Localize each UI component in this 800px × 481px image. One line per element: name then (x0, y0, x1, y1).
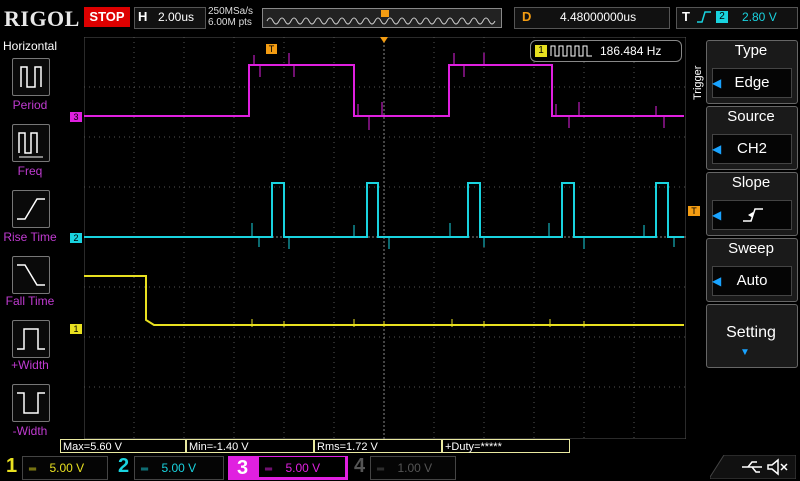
ch2-scale-box[interactable]: ═ 5.00 V (134, 456, 224, 480)
delay-letter: D (522, 9, 532, 24)
sweep-value: Auto (712, 266, 792, 296)
menu-title: Horizontal (2, 39, 58, 53)
slope-value (712, 200, 792, 230)
ch1-scale-box[interactable]: ═ 5.00 V (22, 456, 108, 480)
ch1-number[interactable]: 1 (6, 455, 17, 478)
trigger-source-badge: 2 (716, 11, 728, 23)
type-title: Type (734, 42, 768, 59)
trigger-time-marker-label: T (269, 44, 275, 54)
trigger-level: 2.80 V (742, 10, 777, 24)
sample-rate-info: 250MSa/s 6.00M pts (208, 6, 253, 28)
type-value: Edge (712, 68, 792, 98)
sweep-arrow-icon: ◀ (712, 274, 722, 288)
slope-arrow-icon: ◀ (712, 208, 722, 222)
rising-slope-icon (743, 208, 763, 222)
source-arrow-icon: ◀ (712, 142, 722, 156)
slope-title: Slope (731, 174, 771, 191)
ch3-scale-box[interactable]: 3 ═ 5.00 V (228, 456, 348, 480)
ch1-ground-marker[interactable]: 1 (70, 324, 82, 334)
sweep-title: Sweep (728, 240, 774, 257)
ch3-scale: 5.00 V (285, 461, 321, 475)
memory-waveform-icon (266, 10, 496, 25)
memory-depth: 6.00M pts (208, 17, 252, 28)
counter-value: 186.484 Hz (600, 44, 662, 58)
trigger-letter: T (682, 9, 690, 24)
freq-label: Freq (17, 164, 43, 178)
waveform-display[interactable]: T (84, 37, 686, 439)
ch2-number[interactable]: 2 (118, 455, 129, 478)
measure-duty: +Duty=***** (442, 439, 570, 453)
period-label: Period (12, 98, 48, 112)
source-title: Source (727, 108, 775, 125)
rigol-logo: RIGOL (4, 6, 80, 31)
ch1-coupling-icon: ═ (29, 464, 37, 475)
pos-width-button[interactable] (12, 320, 50, 358)
measure-rms: Rms=1.72 V (314, 439, 442, 453)
ch4-scale-box[interactable]: ═ 1.00 V (370, 456, 456, 480)
ch4-scale: 1.00 V (397, 461, 433, 475)
horizontal-letter: H (138, 9, 148, 24)
setting-more-icon: ▼ (740, 347, 750, 358)
delay-value: 4.48000000us (560, 10, 637, 24)
ch3-coupling-icon: ═ (265, 464, 273, 475)
ch3-ground-marker[interactable]: 3 (70, 112, 82, 122)
measure-max: Max=5.60 V (60, 439, 186, 453)
counter-channel-badge: 1 (535, 45, 547, 57)
rising-edge-icon (697, 11, 711, 23)
run-stop-indicator[interactable]: STOP (84, 7, 130, 27)
period-icon (20, 66, 42, 88)
rise-time-icon (17, 198, 45, 220)
ch4-number[interactable]: 4 (354, 455, 365, 478)
type-arrow-icon: ◀ (712, 76, 722, 90)
neg-width-button[interactable] (12, 384, 50, 422)
rise-time-button[interactable] (12, 190, 50, 228)
ch2-scale: 5.00 V (161, 461, 197, 475)
freq-icon (18, 132, 43, 158)
setting-title: Setting (726, 324, 776, 341)
ch4-coupling-icon: ═ (377, 464, 385, 475)
ch1-scale: 5.00 V (49, 461, 85, 475)
fall-time-label: Fall Time (5, 294, 55, 308)
status-icons (710, 455, 796, 479)
pos-width-icon (17, 328, 45, 350)
trigger-status-box[interactable] (676, 7, 798, 29)
timebase-value: 2.00us (158, 10, 195, 24)
fall-time-button[interactable] (12, 256, 50, 294)
source-value: CH2 (712, 134, 792, 164)
freq-button[interactable] (12, 124, 50, 162)
ch2-ground-marker[interactable]: 2 (70, 233, 82, 243)
rise-time-label: Rise Time (3, 230, 57, 244)
pos-width-label: +Width (11, 358, 49, 372)
neg-width-icon (17, 392, 45, 414)
fall-time-icon (17, 264, 45, 286)
counter-pulse-icon (550, 45, 592, 57)
trigger-menu-title: Trigger (692, 65, 704, 100)
ch2-coupling-icon: ═ (141, 464, 149, 475)
ch3-number: 3 (237, 457, 249, 479)
sample-rate: 250MSa/s (208, 6, 254, 17)
memory-overview-bar (262, 8, 502, 28)
measure-min: Min=-1.40 V (186, 439, 314, 453)
neg-width-label: -Width (12, 424, 48, 438)
period-button[interactable] (12, 58, 50, 96)
